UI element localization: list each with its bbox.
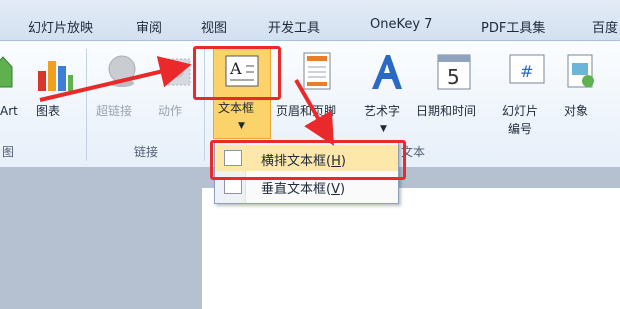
- arrow-to-menu: [294, 79, 334, 146]
- arrow-to-textbox: [39, 56, 192, 102]
- annotation-arrows: [39, 56, 334, 146]
